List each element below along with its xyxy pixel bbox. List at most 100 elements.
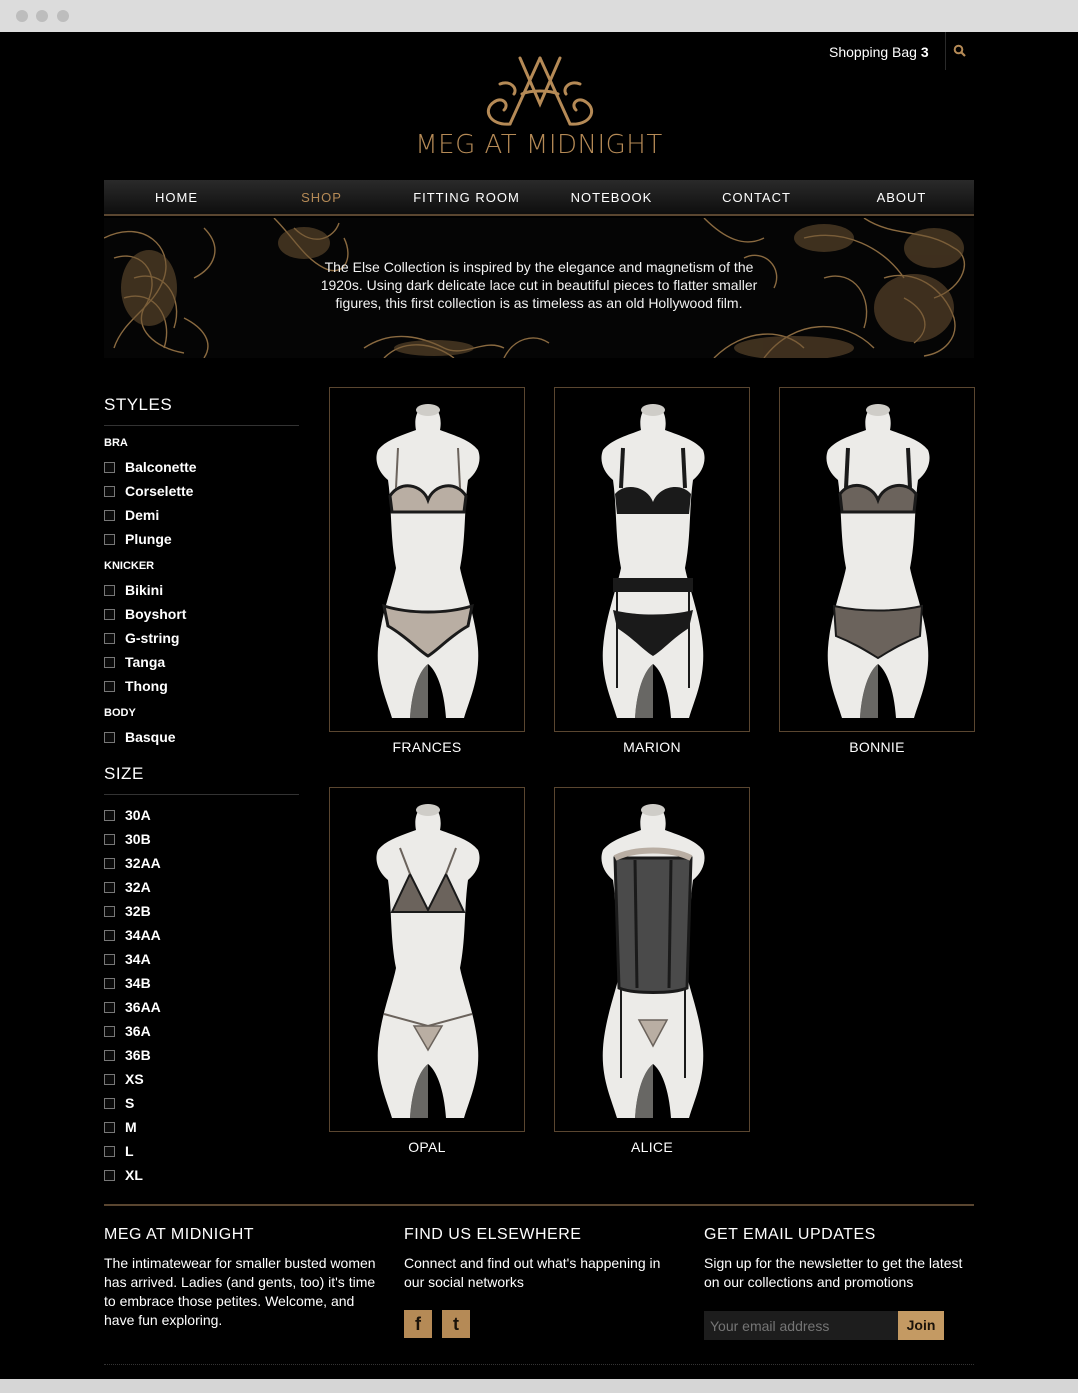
filter-option-tanga[interactable]: Tanga <box>104 653 165 671</box>
filter-option-label: L <box>125 1143 134 1159</box>
filter-checkbox[interactable] <box>104 461 115 473</box>
filter-checkbox[interactable] <box>104 584 115 596</box>
product-card-bonnie[interactable] <box>779 387 975 732</box>
filter-option-plunge[interactable]: Plunge <box>104 530 172 548</box>
product-card-frances[interactable] <box>329 387 525 732</box>
filter-option-balconette[interactable]: Balconette <box>104 458 197 476</box>
window-close-dot[interactable] <box>16 10 28 22</box>
filter-checkbox[interactable] <box>104 1073 115 1085</box>
filter-option-label: 32AA <box>125 855 161 871</box>
twitter-icon[interactable]: t <box>442 1310 470 1338</box>
filter-option-bikini[interactable]: Bikini <box>104 581 163 599</box>
window-minimize-dot[interactable] <box>36 10 48 22</box>
filter-checkbox[interactable] <box>104 1169 115 1181</box>
filter-checkbox[interactable] <box>104 656 115 668</box>
filter-option-l[interactable]: L <box>104 1142 134 1160</box>
brand-name[interactable]: MEG AT MIDNIGHT <box>404 130 674 160</box>
filter-checkbox[interactable] <box>104 881 115 893</box>
product-image[interactable] <box>330 788 526 1133</box>
header-divider <box>945 32 946 70</box>
filter-option-36a[interactable]: 36A <box>104 1022 151 1040</box>
filter-checkbox[interactable] <box>104 833 115 845</box>
filter-option-label: S <box>125 1095 135 1111</box>
newsletter-email-input[interactable] <box>704 1311 898 1340</box>
filter-checkbox[interactable] <box>104 608 115 620</box>
filter-option-xs[interactable]: XS <box>104 1070 144 1088</box>
filter-checkbox[interactable] <box>104 1025 115 1037</box>
filter-option-s[interactable]: S <box>104 1094 134 1112</box>
nav-item-notebook[interactable]: NOTEBOOK <box>539 180 684 214</box>
styles-heading: STYLES <box>104 395 173 414</box>
product-image[interactable] <box>555 388 751 733</box>
filter-option-34b[interactable]: 34B <box>104 974 151 992</box>
product-name[interactable]: MARION <box>554 739 750 755</box>
newsletter-join-button[interactable]: Join <box>898 1311 944 1340</box>
nav-item-contact[interactable]: CONTACT <box>684 180 829 214</box>
filter-checkbox[interactable] <box>104 509 115 521</box>
filter-checkbox[interactable] <box>104 809 115 821</box>
nav-item-home[interactable]: HOME <box>104 180 249 214</box>
filter-option-36b[interactable]: 36B <box>104 1046 151 1064</box>
nav-item-about[interactable]: ABOUT <box>829 180 974 214</box>
filter-option-corselette[interactable]: Corselette <box>104 482 193 500</box>
filter-checkbox[interactable] <box>104 1097 115 1109</box>
filter-option-32b[interactable]: 32B <box>104 902 151 920</box>
logo-monogram-icon[interactable] <box>470 54 610 132</box>
filter-option-30b[interactable]: 30B <box>104 830 151 848</box>
size-heading: SIZE <box>104 764 144 783</box>
product-card-opal[interactable] <box>329 787 525 1132</box>
filter-checkbox[interactable] <box>104 1121 115 1133</box>
product-card-alice[interactable] <box>554 787 750 1132</box>
filter-checkbox[interactable] <box>104 485 115 497</box>
filter-checkbox[interactable] <box>104 632 115 644</box>
filter-option-thong[interactable]: Thong <box>104 677 168 695</box>
filter-option-label: Balconette <box>125 459 197 475</box>
product-name[interactable]: FRANCES <box>329 739 525 755</box>
page: Shopping Bag 3 MEG AT MIDNIGHT HOME SHOP F… <box>0 32 1078 1379</box>
product-name[interactable]: BONNIE <box>779 739 975 755</box>
filter-option-36aa[interactable]: 36AA <box>104 998 161 1016</box>
filter-option-32aa[interactable]: 32AA <box>104 854 161 872</box>
shopping-bag-link[interactable]: Shopping Bag 3 <box>829 44 929 60</box>
filter-option-label: Corselette <box>125 483 194 499</box>
filter-option-label: 36AA <box>125 999 161 1015</box>
filter-option-32a[interactable]: 32A <box>104 878 151 896</box>
product-name[interactable]: ALICE <box>554 1139 750 1155</box>
facebook-icon[interactable]: f <box>404 1310 432 1338</box>
filter-checkbox[interactable] <box>104 953 115 965</box>
filter-checkbox[interactable] <box>104 857 115 869</box>
product-image[interactable] <box>780 388 976 733</box>
search-icon[interactable] <box>953 44 967 58</box>
product-card-marion[interactable] <box>554 387 750 732</box>
filter-option-label: Demi <box>125 507 160 523</box>
filter-checkbox[interactable] <box>104 1145 115 1157</box>
filter-checkbox[interactable] <box>104 1001 115 1013</box>
filter-option-m[interactable]: M <box>104 1118 137 1136</box>
filter-option-30a[interactable]: 30A <box>104 806 151 824</box>
filter-option-label: 36B <box>125 1047 151 1063</box>
filter-option-boyshort[interactable]: Boyshort <box>104 605 186 623</box>
product-image[interactable] <box>330 388 526 733</box>
filter-checkbox[interactable] <box>104 929 115 941</box>
filter-checkbox[interactable] <box>104 1049 115 1061</box>
filter-checkbox[interactable] <box>104 905 115 917</box>
filter-option-34aa[interactable]: 34AA <box>104 926 161 944</box>
nav-item-fitting-room[interactable]: FITTING ROOM <box>394 180 539 214</box>
filter-checkbox[interactable] <box>104 731 115 743</box>
filter-checkbox[interactable] <box>104 533 115 545</box>
filter-option-xl[interactable]: XL <box>104 1166 143 1184</box>
nav-item-shop[interactable]: SHOP <box>249 180 394 214</box>
filter-checkbox[interactable] <box>104 680 115 692</box>
filter-option-basque[interactable]: Basque <box>104 728 176 746</box>
shopping-bag-count: 3 <box>920 44 929 60</box>
product-name[interactable]: OPAL <box>329 1139 525 1155</box>
footer-email-text: Sign up for the newsletter to get the la… <box>704 1255 963 1290</box>
filter-option-demi[interactable]: Demi <box>104 506 159 524</box>
window-zoom-dot[interactable] <box>57 10 69 22</box>
filter-checkbox[interactable] <box>104 977 115 989</box>
filter-option-34a[interactable]: 34A <box>104 950 151 968</box>
product-image[interactable] <box>555 788 751 1133</box>
filter-option-g-string[interactable]: G-string <box>104 629 179 647</box>
filter-option-label: G-string <box>125 630 180 646</box>
main-nav: HOME SHOP FITTING ROOM NOTEBOOK CONTACT ABOUT <box>104 180 974 216</box>
